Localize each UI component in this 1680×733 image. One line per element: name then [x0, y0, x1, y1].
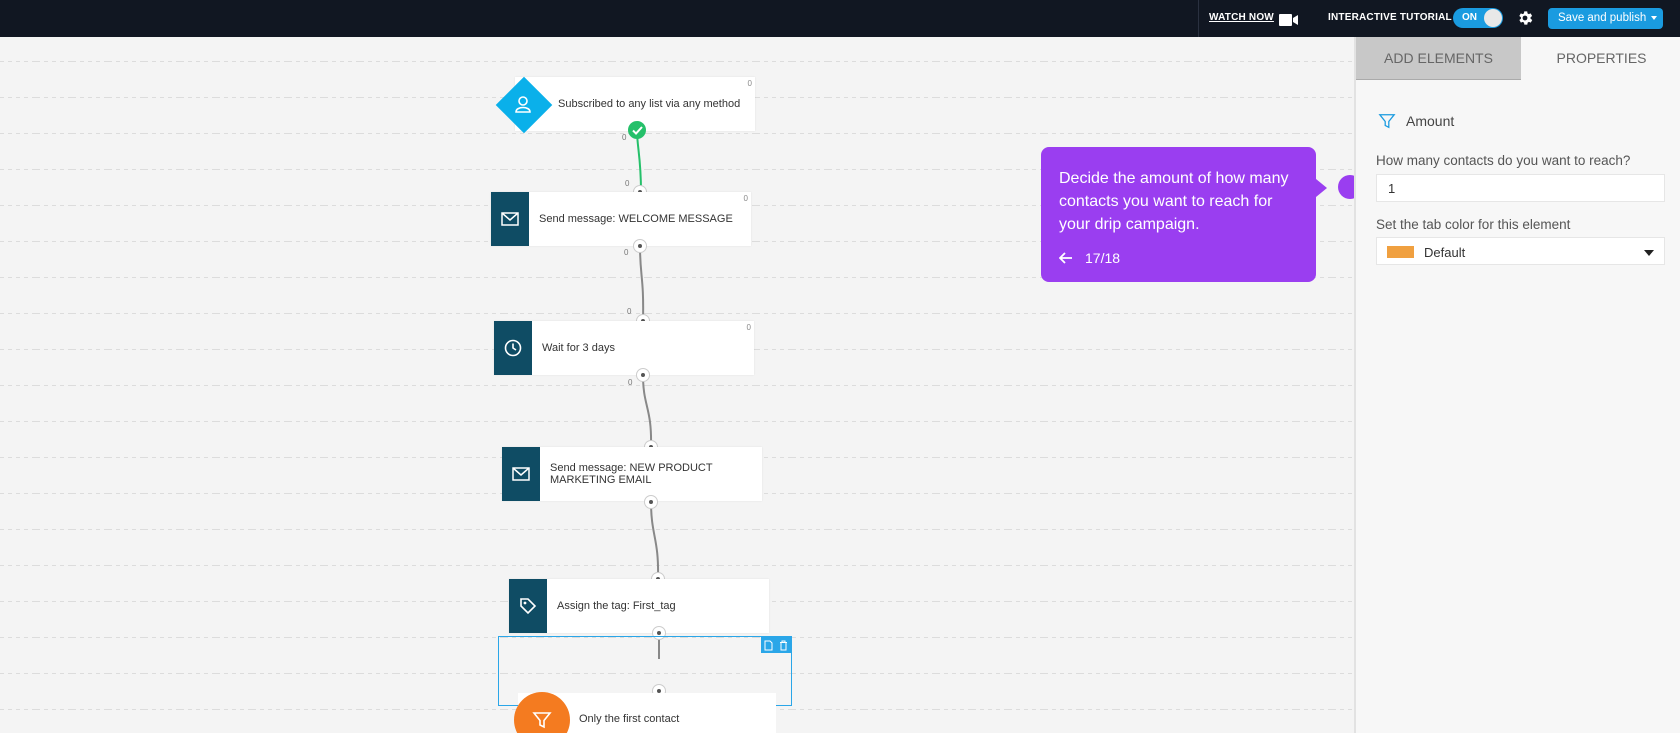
- node-icon-box: [502, 447, 540, 501]
- node-label: Send message: WELCOME MESSAGE: [539, 213, 733, 225]
- video-camera-icon[interactable]: [1279, 13, 1298, 31]
- chevron-down-icon[interactable]: [1644, 250, 1654, 256]
- funnel-icon: [532, 712, 552, 729]
- clock-icon: [504, 339, 522, 357]
- tutorial-toggle[interactable]: ON: [1453, 8, 1503, 28]
- node-icon-box: [491, 192, 529, 246]
- tab-color-label: Set the tab color for this element: [1376, 217, 1571, 232]
- tooltip-nav: 17/18: [1059, 250, 1120, 266]
- trigger-badge[interactable]: [495, 76, 553, 134]
- tooltip-progress: 17/18: [1085, 250, 1121, 266]
- node-icon-box: [509, 579, 547, 633]
- node-count: 0: [747, 79, 752, 88]
- connector-port[interactable]: [644, 495, 658, 509]
- send-message-node[interactable]: Send message: WELCOME MESSAGE 0: [491, 192, 751, 246]
- save-and-publish-label: Save and publish: [1558, 12, 1647, 24]
- assign-tag-node[interactable]: Assign the tag: First_tag: [509, 579, 769, 633]
- node-count: 0: [743, 194, 748, 203]
- funnel-icon: [1378, 114, 1396, 129]
- connector-line: [650, 500, 660, 580]
- gear-icon[interactable]: [1516, 9, 1534, 32]
- tab-properties[interactable]: PROPERTIES: [1521, 37, 1680, 80]
- node-label: Wait for 3 days: [542, 342, 615, 354]
- properties-panel: ADD ELEMENTS PROPERTIES Amount How many …: [1354, 37, 1680, 733]
- color-swatch: [1387, 246, 1414, 258]
- connector-count: 0: [624, 248, 629, 257]
- node-icon-box: [494, 321, 532, 375]
- wait-node[interactable]: Wait for 3 days 0: [494, 321, 754, 375]
- section-header: Amount: [1378, 112, 1454, 130]
- tag-icon: [520, 598, 537, 615]
- filter-label: Only the first contact: [579, 713, 680, 725]
- node-label: Assign the tag: First_tag: [557, 600, 676, 612]
- tab-add-elements[interactable]: ADD ELEMENTS: [1356, 37, 1521, 80]
- trash-icon[interactable]: [779, 640, 788, 651]
- connector-count: 0: [622, 133, 627, 142]
- connector-count: 0: [628, 378, 633, 387]
- check-icon: [628, 121, 646, 139]
- tooltip-message: Decide the amount of how many contacts y…: [1059, 170, 1289, 233]
- save-and-publish-button[interactable]: Save and publish: [1548, 8, 1663, 29]
- send-message-node[interactable]: Send message: NEW PRODUCT MARKETING EMAI…: [502, 447, 762, 501]
- tab-color-value: Default: [1424, 245, 1466, 260]
- envelope-icon: [512, 467, 530, 481]
- interactive-tutorial-label: INTERACTIVE TUTORIAL: [1328, 12, 1452, 23]
- section-title: Amount: [1406, 113, 1455, 129]
- trigger-label: Subscribed to any list via any method: [558, 98, 741, 110]
- envelope-icon: [501, 212, 519, 226]
- divider: [1198, 0, 1199, 37]
- connector-line: [642, 374, 653, 448]
- toggle-state: ON: [1462, 12, 1477, 23]
- connector-count: 0: [627, 307, 632, 316]
- user-icon: [515, 96, 531, 113]
- watch-now-link[interactable]: WATCH NOW: [1209, 12, 1274, 23]
- connector-port[interactable]: [633, 239, 647, 253]
- contacts-amount-input[interactable]: [1376, 174, 1665, 202]
- node-count: 0: [746, 323, 751, 332]
- connector-line: [639, 245, 645, 322]
- connector-line: [636, 129, 642, 193]
- element-toolbar: [761, 637, 791, 653]
- top-bar: WATCH NOW INTERACTIVE TUTORIAL ON Save a…: [0, 0, 1680, 37]
- connector-count: 0: [625, 179, 630, 188]
- workflow-canvas[interactable]: Subscribed to any list via any method 0 …: [0, 37, 1354, 733]
- copy-icon[interactable]: [764, 640, 773, 651]
- arrow-left-icon[interactable]: [1059, 252, 1073, 264]
- connector-port[interactable]: [636, 368, 650, 382]
- caret-down-icon[interactable]: [1651, 16, 1657, 20]
- tutorial-tooltip: Decide the amount of how many contacts y…: [1041, 147, 1327, 282]
- node-label: Send message: NEW PRODUCT MARKETING EMAI…: [550, 462, 713, 486]
- tab-color-select[interactable]: Default: [1376, 237, 1665, 265]
- toggle-knob: [1484, 9, 1502, 27]
- contacts-label: How many contacts do you want to reach?: [1376, 153, 1631, 168]
